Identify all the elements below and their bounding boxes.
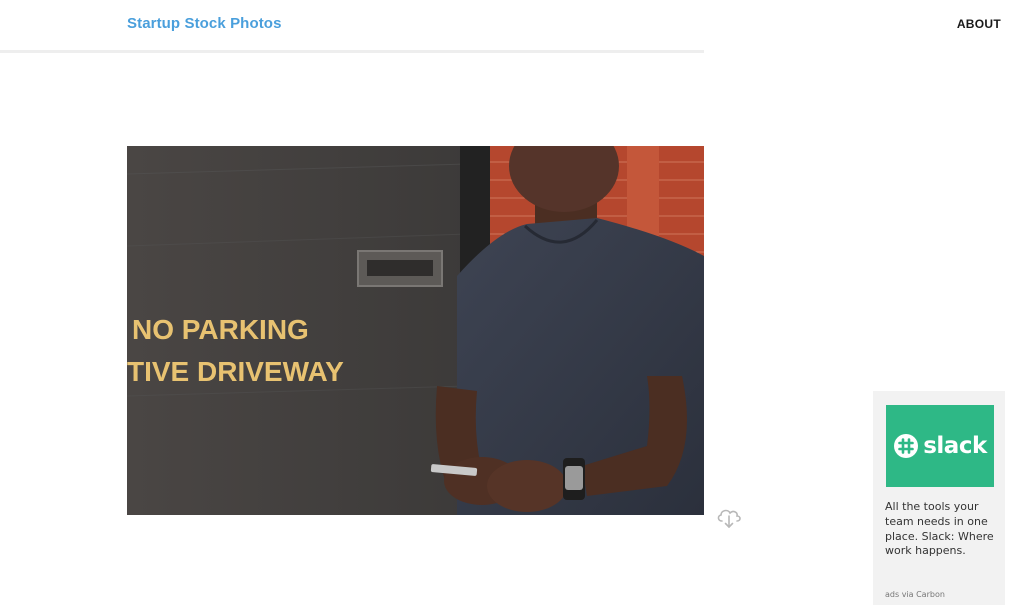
sign-text-line-2: TIVE DRIVEWAY: [127, 356, 344, 387]
site-title-link[interactable]: Startup Stock Photos: [127, 15, 282, 32]
sign-text-line-1: NO PARKING: [132, 314, 309, 345]
site-header: Startup Stock Photos: [0, 0, 704, 53]
slack-logo-icon: [894, 434, 919, 458]
ad-via-link[interactable]: ads via Carbon: [885, 590, 945, 599]
ad-image-link[interactable]: slack: [886, 405, 994, 487]
featured-photo[interactable]: NO PARKING TIVE DRIVEWAY: [127, 146, 704, 515]
nav-about-link[interactable]: ABOUT: [957, 17, 1001, 31]
carbon-ad: slack All the tools your team needs in o…: [873, 391, 1005, 605]
cloud-download-icon: [717, 509, 741, 528]
ad-brand-wordmark: slack: [923, 433, 987, 459]
download-button[interactable]: [715, 504, 743, 530]
ad-text-link[interactable]: All the tools your team needs in one pla…: [885, 500, 997, 559]
